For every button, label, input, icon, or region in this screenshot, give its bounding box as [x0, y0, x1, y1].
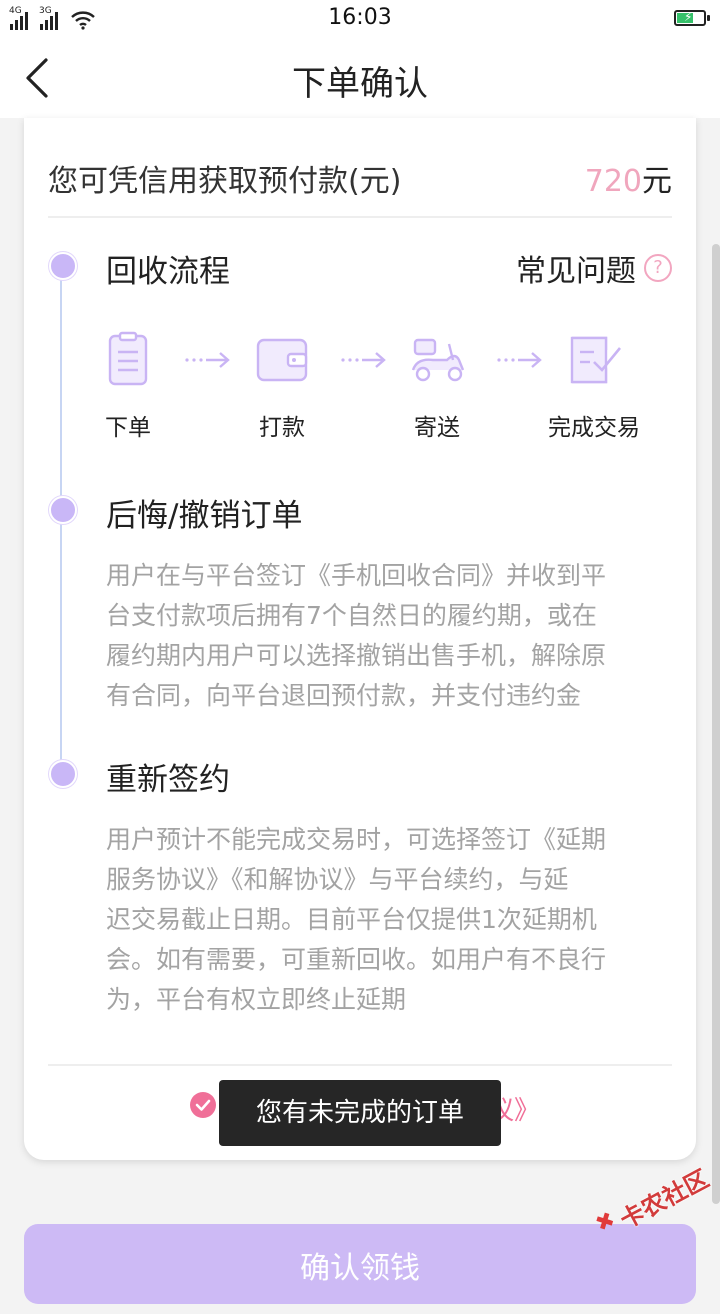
faq-link[interactable]: 常见问题 ?	[516, 246, 672, 290]
wallet-icon	[256, 338, 308, 382]
step-label: 打款	[259, 415, 305, 441]
step-complete: 完成交易	[544, 330, 644, 442]
credit-amount-unit: 元	[642, 164, 672, 199]
process-title: 回收流程	[106, 254, 230, 290]
credit-label: 您可凭信用获取预付款(元)	[48, 164, 402, 199]
credit-amount: 720元	[585, 156, 672, 200]
divider	[48, 1064, 672, 1066]
help-icon: ?	[644, 254, 672, 282]
resign-title: 重新签约	[106, 762, 230, 798]
credit-amount-value: 720	[584, 164, 642, 199]
text-line: 台支付款项后拥有7个自然日的履约期，或在	[106, 601, 597, 630]
step-label: 下单	[105, 415, 151, 441]
text-line: 为，平台有权立即终止延期	[106, 985, 407, 1014]
resign-description: 用户预计不能完成交易时，可选择签订《延期 服务协议》《和解协议》与平台续约，与延…	[106, 820, 672, 1020]
battery-icon: ⚡	[674, 10, 710, 26]
step-label: 完成交易	[548, 415, 640, 441]
nav-bar: 下单确认	[0, 38, 720, 118]
checklist-icon	[570, 336, 622, 384]
scrollbar[interactable]	[712, 244, 720, 1204]
agreement-checkbox[interactable]	[190, 1092, 216, 1118]
confirm-button[interactable]: 确认领钱	[24, 1224, 696, 1304]
charging-icon: ⚡	[684, 10, 693, 24]
step-pay: 打款	[232, 330, 332, 442]
cancel-title: 后悔/撤销订单	[106, 498, 303, 534]
step-order: 下单	[78, 330, 178, 442]
page-title: 下单确认	[292, 64, 428, 104]
status-time: 16:03	[328, 5, 392, 30]
toast-message: 您有未完成的订单	[219, 1080, 501, 1146]
scooter-icon	[411, 338, 465, 382]
arrow-right-icon	[497, 352, 542, 368]
status-bar: 4G 3G 16:03 ⚡	[0, 0, 720, 38]
divider	[48, 216, 672, 218]
check-icon	[195, 1099, 211, 1111]
order-card: 您可凭信用获取预付款(元) 720元 回收流程 常见问题 ? 下单 打款 寄送 …	[24, 118, 696, 1160]
arrow-right-icon	[341, 352, 386, 368]
document-icon	[108, 331, 148, 386]
faq-label: 常见问题	[516, 254, 636, 289]
text-line: 用户预计不能完成交易时，可选择签订《延期	[106, 825, 607, 854]
text-line: 履约期内用户可以选择撤销出售手机，解除原	[106, 641, 607, 670]
text-line: 迟交易截止日期。目前平台仅提供1次延期机	[106, 905, 597, 934]
timeline-dot	[49, 760, 77, 788]
process-steps: 下单 打款 寄送 完成交易	[94, 330, 654, 442]
timeline-dot	[49, 496, 77, 524]
timeline-dot	[49, 252, 77, 280]
step-label: 寄送	[414, 415, 460, 441]
credit-row: 您可凭信用获取预付款(元) 720元	[48, 136, 672, 216]
arrow-right-icon	[185, 352, 230, 368]
step-ship: 寄送	[387, 330, 487, 442]
text-line: 用户在与平台签订《手机回收合同》并收到平	[106, 561, 607, 590]
text-line: 有合同，向平台退回预付款，并支付违约金	[106, 681, 582, 710]
watermark-text: 卡农社区	[615, 1164, 714, 1235]
cancel-description: 用户在与平台签订《手机回收合同》并收到平 台支付款项后拥有7个自然日的履约期，或…	[106, 556, 672, 716]
text-line: 服务协议》《和解协议》与平台续约，与延	[106, 865, 569, 894]
text-line: 会。如有需要，可重新回收。如用户有不良行	[106, 945, 607, 974]
